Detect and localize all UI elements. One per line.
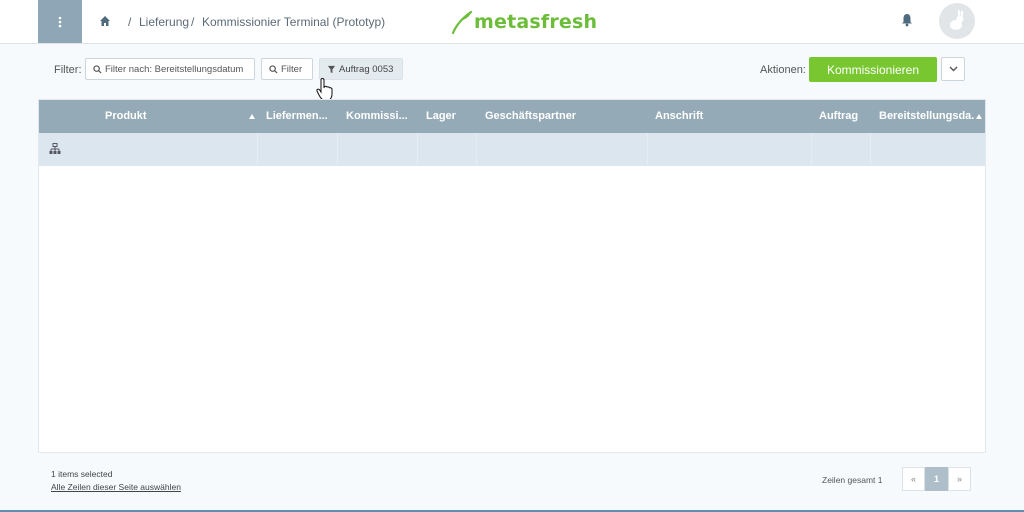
column-header-geschaeftspartner[interactable]: Geschäftspartner (485, 100, 585, 133)
cell-divider (647, 133, 648, 166)
column-header-liefermenge[interactable]: Liefermen... (266, 100, 332, 133)
pagination: « 1 » (902, 467, 971, 491)
logo-text: metasfresh (474, 11, 598, 33)
leaf-icon (451, 10, 473, 35)
table-row[interactable] (39, 133, 985, 166)
breadcrumb-separator: / (191, 15, 195, 29)
cell-divider (337, 133, 338, 166)
cell-divider (257, 133, 258, 166)
kommissionieren-button[interactable]: Kommissionieren (809, 57, 937, 82)
filter-label: Filter: (54, 64, 82, 76)
app-header: / Lieferung / Kommissionier Terminal (Pr… (0, 0, 1024, 44)
filter-icon (327, 65, 336, 73)
table-header: Produkt Liefermen... Kommissi... Lager G… (39, 100, 985, 133)
column-header-auftrag[interactable]: Auftrag (819, 100, 863, 133)
filter-date-button[interactable]: Filter nach: Bereitstellungsdatum (85, 58, 255, 80)
column-header-produkt[interactable]: Produkt (105, 100, 165, 133)
actions-dropdown-button[interactable] (941, 57, 965, 81)
avatar-icon (950, 10, 964, 30)
prev-page-button[interactable]: « (902, 467, 925, 491)
menu-icon (58, 16, 62, 27)
page-button-current[interactable]: 1 (925, 467, 948, 491)
chevron-down-icon (949, 66, 957, 72)
column-header-kommissioniert[interactable]: Kommissi... (346, 100, 408, 133)
home-icon[interactable] (99, 14, 111, 28)
bell-icon[interactable] (901, 13, 913, 27)
menu-button[interactable] (38, 0, 82, 43)
column-header-anschrift[interactable]: Anschrift (655, 100, 715, 133)
breadcrumb-item-terminal[interactable]: Kommissionier Terminal (Prototyp) (202, 15, 385, 29)
breadcrumb-separator: / (128, 15, 132, 29)
filter-button-label: Filter (281, 63, 303, 75)
cell-divider (417, 133, 418, 166)
actions-label: Aktionen: (760, 64, 806, 76)
column-header-bereitstellungsdatum[interactable]: Bereitstellungsda... (879, 100, 975, 133)
selection-info: 1 items selected (51, 469, 113, 479)
avatar[interactable] (939, 3, 975, 39)
logo: metasfresh (450, 8, 597, 36)
select-all-link[interactable]: Alle Zeilen dieser Seite auswählen (51, 482, 181, 492)
total-rows: Zeilen gesamt 1 (822, 475, 883, 485)
column-header-lager[interactable]: Lager (426, 100, 460, 133)
next-page-button[interactable]: » (948, 467, 971, 491)
breadcrumb-item-lieferung[interactable]: Lieferung (139, 15, 189, 29)
sort-asc-icon[interactable] (976, 114, 982, 119)
search-icon (93, 64, 102, 74)
sort-asc-icon[interactable] (249, 114, 255, 119)
filter-button[interactable]: Filter (261, 58, 313, 80)
cell-divider (476, 133, 477, 166)
cell-divider (870, 133, 871, 166)
active-filter-auftrag[interactable]: Auftrag 0053 (319, 58, 403, 80)
active-filter-label: Auftrag 0053 (339, 63, 394, 75)
filter-date-label: Filter nach: Bereitstellungsdatum (105, 63, 244, 75)
search-icon (269, 64, 278, 74)
tree-icon[interactable] (49, 143, 61, 155)
cell-divider (811, 133, 812, 166)
data-table: Produkt Liefermen... Kommissi... Lager G… (38, 99, 986, 453)
